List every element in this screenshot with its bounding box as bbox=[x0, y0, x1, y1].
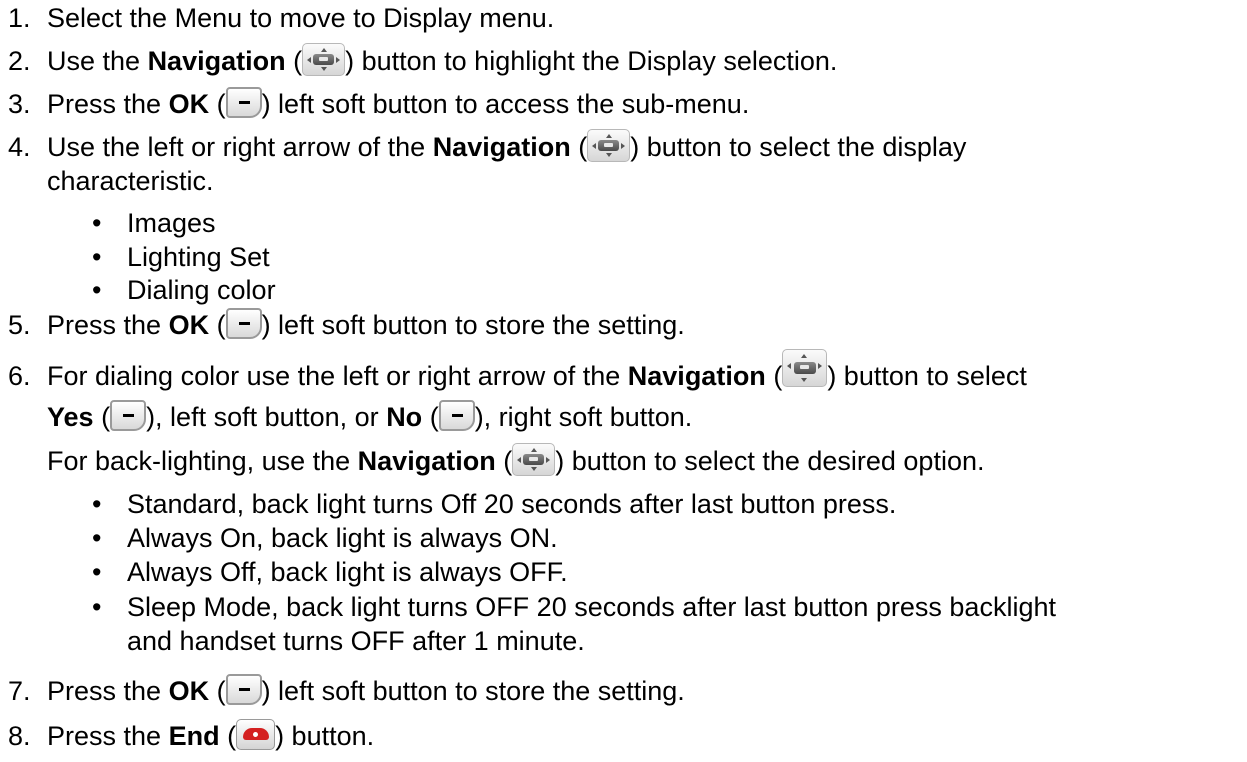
step-text-part: ) button to select bbox=[827, 361, 1027, 392]
soft-button-icon bbox=[110, 400, 147, 432]
soft-button-icon bbox=[225, 674, 262, 706]
bullet: • bbox=[92, 242, 102, 272]
step-text: Press the OK ( ) left soft button to acce… bbox=[47, 87, 749, 121]
step-text: For back-lighting, use the Navigation ()… bbox=[47, 443, 985, 479]
bullet: • bbox=[92, 489, 102, 519]
button-name: Yes bbox=[47, 402, 94, 432]
bullet: • bbox=[92, 208, 102, 238]
paren: ( bbox=[495, 446, 513, 476]
soft-button-icon bbox=[225, 308, 262, 340]
step-text: Press the OK ( ) left soft button to stor… bbox=[47, 674, 685, 708]
step-number: 2. bbox=[8, 46, 31, 76]
step-text: Use the Navigation ( ) button to highligh… bbox=[47, 43, 838, 79]
step-text-part: Press the bbox=[47, 89, 169, 119]
bullet: • bbox=[92, 592, 102, 622]
step-text-part: ), right soft button. bbox=[474, 402, 693, 432]
step-number: 7. bbox=[8, 676, 31, 706]
button-name: OK bbox=[168, 676, 210, 706]
step-number: 6. bbox=[8, 361, 31, 391]
step-text: Yes ( ), left soft button, or No ( ), righ… bbox=[47, 400, 692, 434]
list-item-text: Images bbox=[127, 208, 216, 238]
step-number: 5. bbox=[8, 310, 31, 340]
step-text-part: Press the bbox=[47, 721, 169, 751]
button-name: Navigation bbox=[432, 132, 571, 162]
step-text-part: ) left soft button to store the setting. bbox=[261, 676, 685, 706]
step-number: 1. bbox=[8, 3, 31, 33]
soft-button-icon bbox=[225, 87, 262, 119]
step-text-part: Press the bbox=[47, 310, 169, 340]
button-name: Navigation bbox=[147, 46, 286, 76]
step-number: 8. bbox=[8, 721, 31, 751]
paren: ( bbox=[570, 132, 588, 162]
button-name: OK bbox=[168, 89, 210, 119]
paren: ( bbox=[209, 676, 226, 706]
bullet: • bbox=[92, 523, 102, 553]
button-name: No bbox=[386, 402, 423, 432]
paren: ( bbox=[285, 46, 303, 76]
navigation-button-icon bbox=[302, 43, 346, 77]
list-item-text: and handset turns OFF after 1 minute. bbox=[127, 626, 585, 656]
soft-button-icon bbox=[438, 400, 475, 432]
step-text-part: ) button to select the desired option. bbox=[555, 446, 985, 476]
button-name: OK bbox=[168, 310, 210, 340]
paren: ( bbox=[219, 721, 237, 751]
step-text: For dialing color use the left or right … bbox=[47, 349, 1027, 397]
paren: ( bbox=[422, 402, 439, 432]
paren: ( bbox=[209, 310, 226, 340]
navigation-button-icon bbox=[782, 349, 828, 387]
step-text-part: Use the left or right arrow of the bbox=[47, 132, 433, 162]
step-text-part: ) left soft button to store the setting. bbox=[261, 310, 685, 340]
end-call-icon bbox=[236, 719, 276, 751]
button-name: Navigation bbox=[357, 446, 496, 476]
list-item-text: Sleep Mode, back light turns OFF 20 seco… bbox=[127, 592, 1056, 622]
step-number: 4. bbox=[8, 132, 31, 162]
step-text-part: ), left soft button, or bbox=[146, 402, 387, 432]
bullet: • bbox=[92, 275, 102, 305]
navigation-button-icon bbox=[587, 129, 631, 163]
step-text: Select the Menu to move to Display menu. bbox=[47, 3, 555, 33]
step-text: Use the left or right arrow of the Navig… bbox=[47, 129, 967, 165]
step-text: Press the End ( ) button. bbox=[47, 719, 374, 753]
list-item-text: Always Off, back light is always OFF. bbox=[127, 557, 568, 587]
step-text-part: ) button to highlight the Display select… bbox=[345, 46, 838, 76]
paren: ( bbox=[765, 361, 783, 392]
navigation-button-icon bbox=[512, 443, 556, 477]
paren: ( bbox=[209, 89, 226, 119]
step-text-part: ) button to select the display bbox=[630, 132, 967, 162]
step-text: Press the OK ( ) left soft button to stor… bbox=[47, 308, 685, 342]
bullet: • bbox=[92, 557, 102, 587]
step-text-part: Press the bbox=[47, 676, 169, 706]
list-item-text: Standard, back light turns Off 20 second… bbox=[127, 489, 897, 519]
step-text-part: For back-lighting, use the bbox=[47, 446, 358, 476]
list-item-text: Dialing color bbox=[127, 275, 276, 305]
paren: ( bbox=[93, 402, 111, 432]
step-text: characteristic. bbox=[47, 166, 214, 196]
list-item-text: Always On, back light is always ON. bbox=[127, 523, 558, 553]
step-number: 3. bbox=[8, 89, 31, 119]
button-name: End bbox=[168, 721, 220, 751]
list-item-text: Lighting Set bbox=[127, 242, 270, 272]
button-name: Navigation bbox=[627, 361, 766, 392]
step-text-part: For dialing color use the left or right … bbox=[47, 361, 628, 392]
step-text-part: Use the bbox=[47, 46, 148, 76]
step-text-part: ) left soft button to access the sub-men… bbox=[261, 89, 750, 119]
step-text-part: ) button. bbox=[275, 721, 375, 751]
